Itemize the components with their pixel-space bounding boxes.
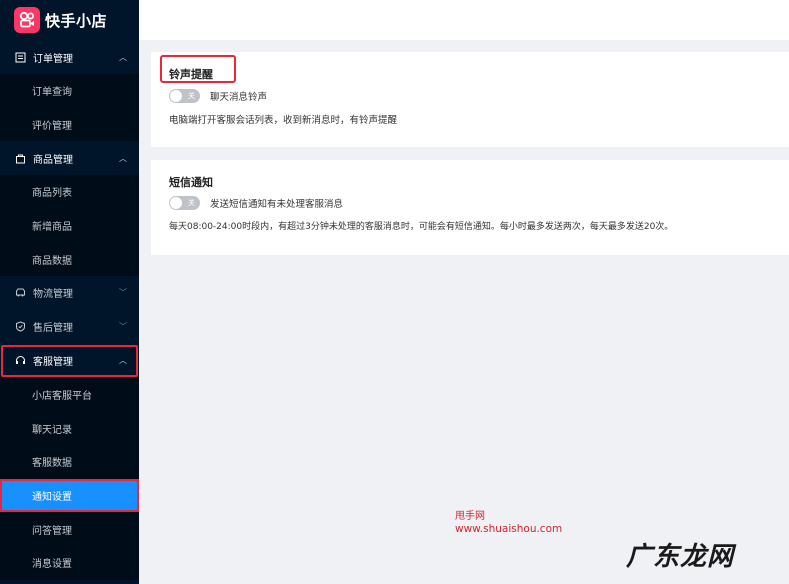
sidebar-item-cs-data[interactable]: 客服数据 — [0, 445, 139, 479]
sidebar-group-orders[interactable]: 订单管理 ︿ — [0, 40, 139, 74]
sidebar-item-product-data[interactable]: 商品数据 — [0, 242, 139, 276]
toggle-state-label: 关 — [188, 92, 195, 100]
sidebar-group-label: 商品管理 — [33, 154, 73, 166]
sidebar-group-customer-service[interactable]: 客服管理 ︿ — [0, 343, 139, 378]
order-icon — [14, 51, 26, 63]
sidebar-group-label: 订单管理 — [33, 53, 73, 65]
sidebar-item-chat-records[interactable]: 聊天记录 — [0, 412, 139, 446]
sms-description: 每天08:00-24:00时段内，有超过3分钟未处理的客服消息时，可能会有短信通… — [169, 222, 674, 232]
kuaishou-logo-icon — [14, 7, 40, 33]
toggle-state-label: 关 — [188, 199, 195, 207]
sidebar-group-label: 客服管理 — [33, 357, 73, 369]
sidebar-item-message-settings[interactable]: 消息设置 — [0, 546, 139, 580]
shield-icon — [14, 321, 26, 333]
sidebar-item-order-query[interactable]: 订单查询 — [0, 74, 139, 108]
ringtone-description: 电脑端打开客服会话列表，收到新消息时，有铃声提醒 — [169, 115, 398, 126]
sidebar-item-new-product[interactable]: 新增商品 — [0, 209, 139, 243]
chevron-down-icon: ﹀ — [119, 288, 127, 298]
sms-settings-card: 短信通知 关 发送短信通知有未处理客服消息 每天08:00-24:00时段内，有… — [151, 160, 789, 255]
sidebar-item-qa-management[interactable]: 问答管理 — [0, 512, 139, 546]
bag-icon — [14, 152, 26, 164]
sidebar-item-store-cs-platform[interactable]: 小店客服平台 — [0, 378, 139, 412]
brand-logo[interactable]: 快手小店 — [0, 0, 139, 40]
sidebar-group-label: 售后管理 — [33, 323, 73, 335]
chevron-up-icon: ︿ — [119, 52, 127, 62]
headset-icon — [14, 355, 26, 367]
toggle-knob — [170, 90, 182, 102]
watermark-brand: 广东龙网 — [626, 542, 735, 572]
sidebar-item-product-list[interactable]: 商品列表 — [0, 175, 139, 209]
brand-name: 快手小店 — [45, 11, 108, 30]
ringtone-settings-card: 铃声提醒 关 聊天消息铃声 电脑端打开客服会话列表，收到新消息时，有铃声提醒 — [151, 52, 789, 147]
watermark-site-name: 甩手网 — [455, 511, 485, 522]
sidebar-group-products[interactable]: 商品管理 ︿ — [0, 141, 139, 176]
top-bar — [139, 0, 789, 40]
sms-title: 短信通知 — [169, 176, 213, 189]
sidebar-item-review-management[interactable]: 评价管理 — [0, 108, 139, 142]
truck-icon — [14, 287, 26, 299]
chevron-down-icon: ﹀ — [119, 322, 127, 332]
chevron-up-icon: ︿ — [119, 356, 127, 366]
sidebar-group-logistics[interactable]: 物流管理 ﹀ — [0, 275, 139, 310]
sidebar-item-notification-settings[interactable]: 通知设置 — [0, 478, 139, 513]
sms-toggle-label: 发送短信通知有未处理客服消息 — [210, 199, 344, 210]
sidebar-group-after-sales[interactable]: 售后管理 ﹀ — [0, 309, 139, 344]
ringtone-title: 铃声提醒 — [169, 68, 213, 81]
ringtone-toggle-label: 聊天消息铃声 — [210, 92, 268, 103]
sidebar-group-label: 物流管理 — [33, 289, 73, 301]
chevron-up-icon: ︿ — [119, 153, 127, 163]
watermark-site-url: www.shuaishou.com — [455, 523, 563, 535]
sidebar: 快手小店 订单管理 ︿ 订单查询 评价管理 商品管理 ︿ 商品列表 新增商品 商… — [0, 0, 139, 584]
toggle-knob — [170, 197, 182, 209]
sms-toggle[interactable]: 关 — [169, 196, 200, 210]
ringtone-toggle[interactable]: 关 — [169, 89, 200, 103]
